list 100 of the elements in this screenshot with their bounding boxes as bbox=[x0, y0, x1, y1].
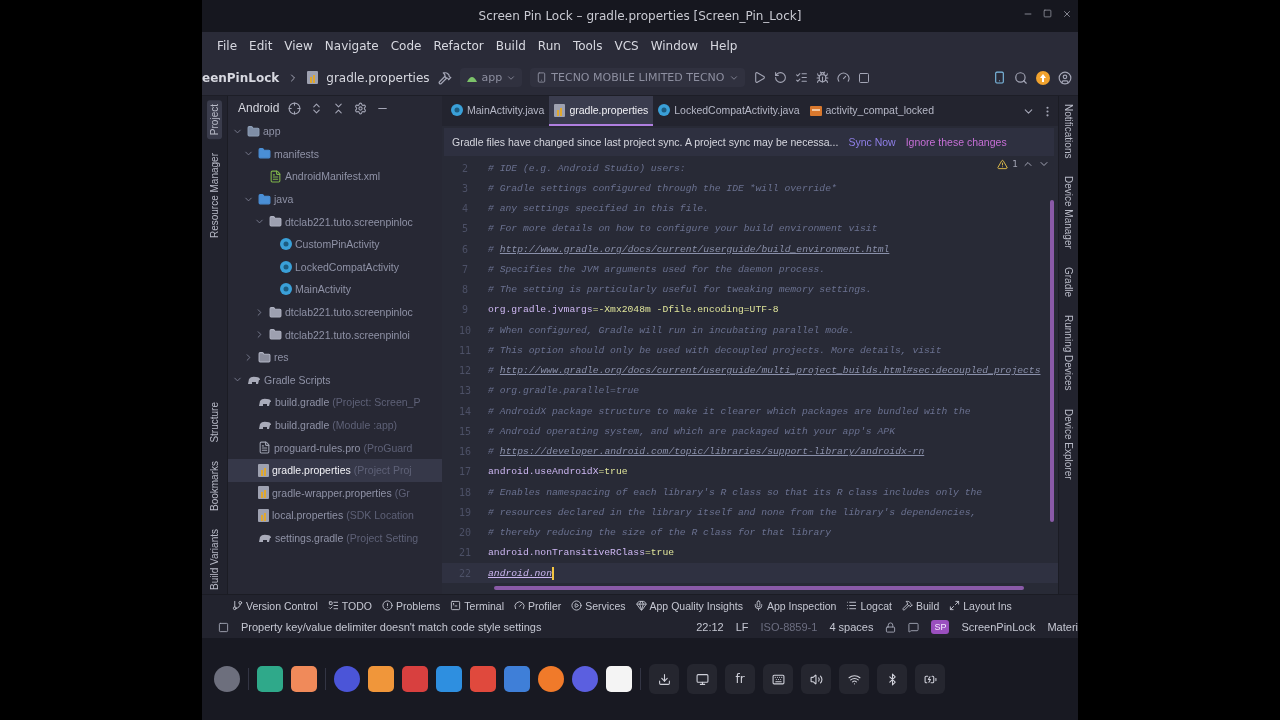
tree-item[interactable]: app bbox=[228, 120, 442, 143]
tool-window-tab[interactable]: Resource Manager bbox=[207, 149, 222, 243]
code-comment: # bbox=[488, 365, 494, 377]
tree-item[interactable]: dtclab221.tuto.screenpinloc bbox=[228, 210, 442, 233]
tree-item[interactable]: AndroidManifest.xml bbox=[228, 165, 442, 188]
property-value: =-Xmx2048m -Dfile.encoding=UTF-8 bbox=[592, 304, 779, 316]
menu-item[interactable]: Run bbox=[532, 36, 566, 56]
tool-window-button[interactable]: Services bbox=[571, 599, 626, 612]
tool-window-tab[interactable]: Build Variants bbox=[207, 525, 222, 594]
tool-window-button[interactable]: Profiler bbox=[514, 599, 562, 612]
property-value: =true bbox=[644, 547, 675, 559]
property-key: org.gradle.jvmargs bbox=[488, 304, 593, 316]
tool-window-button[interactable]: Version Control bbox=[232, 599, 318, 612]
breadcrumb-item[interactable]: eenPinLock bbox=[202, 70, 280, 85]
menu-item[interactable]: Navigate bbox=[319, 36, 384, 56]
tree-item[interactable]: local.properties (SDK Location bbox=[228, 504, 442, 527]
menu-item[interactable]: Code bbox=[385, 36, 427, 56]
editor-tab[interactable]: MainActivity.java bbox=[446, 96, 550, 126]
property-value: =true bbox=[598, 466, 628, 478]
editor-tab[interactable]: gradle.properties bbox=[549, 96, 654, 126]
indent-setting[interactable]: 4 spaces bbox=[829, 621, 874, 633]
code-comment: # The setting is particularly useful for tweaking memory settings. bbox=[488, 284, 872, 296]
status-message: Property key/value delimiter doesn't match code style settings bbox=[241, 621, 542, 633]
property-key: android.non bbox=[488, 567, 552, 579]
tool-window-tab[interactable]: Structure bbox=[207, 398, 222, 447]
tool-window-button[interactable]: Layout Ins bbox=[949, 599, 1012, 612]
theme-name[interactable]: Materi bbox=[1047, 621, 1078, 633]
breadcrumb-item[interactable]: gradle.properties bbox=[326, 70, 430, 85]
menu-item[interactable]: Edit bbox=[244, 36, 278, 56]
code-comment: # bbox=[488, 243, 494, 255]
menu-item[interactable]: Tools bbox=[567, 36, 608, 56]
project-view-selector[interactable]: Android bbox=[238, 101, 280, 115]
menu-item[interactable]: View bbox=[279, 36, 318, 56]
code-link[interactable]: http://www.gradle.org/docs/current/userguide/build_environment.html bbox=[499, 243, 890, 255]
tree-item[interactable]: dtclab221.tuto.screenpinloc bbox=[228, 300, 442, 324]
item-detail: (ProGuard bbox=[363, 441, 413, 454]
item-detail: (Project: Screen_P bbox=[332, 396, 421, 409]
banner-link[interactable]: Sync Now bbox=[848, 136, 896, 148]
item-detail: (Module :app) bbox=[332, 419, 398, 431]
code-link[interactable]: http://www.gradle.org/docs/current/userguide/multi_project_builds.html#sec:decoupled_projects bbox=[499, 365, 1041, 377]
tool-window-tab[interactable]: Bookmarks bbox=[207, 457, 222, 516]
code-comment: # IDE (e.g. Android Studio) users: bbox=[488, 162, 686, 174]
tree-item[interactable]: gradle-wrapper.properties (Gr bbox=[228, 481, 442, 505]
project-name[interactable]: ScreenPinLock bbox=[961, 621, 1036, 633]
code-comment: # Specifies the JVM arguments used for the daemon process. bbox=[488, 263, 826, 275]
run-config-dropdown[interactable]: app bbox=[459, 68, 523, 87]
code-comment: # Android operating system, and which are packaged with your app's APK bbox=[488, 425, 895, 437]
tool-window-button[interactable]: App Quality Insights bbox=[635, 599, 743, 612]
tree-item[interactable]: build.gradle (Module :app) bbox=[228, 413, 442, 437]
menu-item[interactable]: File bbox=[212, 36, 243, 56]
menu-item[interactable]: VCS bbox=[609, 36, 644, 56]
code-link[interactable]: https://developer.android.com/topic/libraries/support-library/androidx-rn bbox=[499, 446, 925, 458]
keyboard-layout[interactable]: fr bbox=[725, 664, 755, 694]
tree-item[interactable]: proguard-rules.pro (ProGuard bbox=[228, 436, 442, 459]
code-comment: # thereby reducing the size of the R class for that library bbox=[488, 527, 831, 539]
tree-item[interactable]: CustomPinActivity bbox=[228, 232, 442, 256]
tool-window-tab[interactable]: Device Manager bbox=[1061, 172, 1076, 254]
editor-tab[interactable]: activity_compat_locked bbox=[804, 96, 940, 126]
tree-item[interactable]: settings.gradle (Project Setting bbox=[228, 526, 442, 550]
property-key: android.nonTransitiveRClass bbox=[488, 547, 645, 559]
sync-banner: Gradle files have changed since last project sync. A project sync may be necessa... Sync Now Ignore these changes bbox=[444, 128, 1054, 156]
line-ending[interactable]: LF bbox=[735, 621, 749, 633]
menu-item[interactable]: Refactor bbox=[428, 36, 489, 56]
menu-item[interactable]: Help bbox=[705, 36, 743, 56]
item-detail: (SDK Location bbox=[346, 509, 414, 522]
tree-item[interactable]: LockedCompatActivity bbox=[228, 255, 442, 279]
tool-window-tab[interactable]: Project bbox=[207, 100, 222, 140]
code-comment: # When configured, Gradle will run in incubating parallel mode. bbox=[488, 324, 855, 336]
tool-window-tab[interactable]: Device Explorer bbox=[1061, 404, 1076, 484]
project-badge: SP bbox=[931, 620, 950, 634]
warning-count: 1 bbox=[1012, 159, 1018, 169]
code-comment: # AndroidX package structure to make it clearer which packages are bundled with the bbox=[488, 405, 971, 417]
tool-window-tab[interactable]: Running Devices bbox=[1061, 311, 1076, 395]
tree-item[interactable]: build.gradle (Project: Screen_P bbox=[228, 391, 442, 414]
tree-item[interactable]: dtclab221.tuto.screenpinloi bbox=[228, 323, 442, 346]
tool-window-button[interactable]: Build bbox=[901, 599, 940, 612]
code-comment: # bbox=[488, 446, 494, 458]
tool-window-button[interactable]: Problems bbox=[381, 599, 441, 612]
tree-item[interactable]: MainActivity bbox=[228, 278, 442, 301]
code-comment: # any settings specified in this file. bbox=[488, 203, 709, 215]
tool-window-tab[interactable]: Gradle bbox=[1061, 263, 1076, 302]
tree-item[interactable]: manifests bbox=[228, 142, 442, 166]
device-dropdown[interactable]: TECNO MOBILE LIMITED TECNO bbox=[530, 68, 745, 87]
menu-item[interactable]: Build bbox=[490, 36, 531, 56]
tool-window-tab[interactable]: Notifications bbox=[1061, 100, 1076, 163]
code-comment: # resources declared in the library itself and none from the library's dependencies, bbox=[488, 506, 977, 518]
tree-item[interactable]: Gradle Scripts bbox=[228, 368, 442, 392]
tool-window-button[interactable]: TODO bbox=[327, 599, 372, 612]
banner-link[interactable]: Ignore these changes bbox=[905, 136, 1007, 148]
menu-item[interactable]: Window bbox=[645, 36, 703, 56]
tree-item[interactable]: java bbox=[228, 187, 442, 211]
tool-window-button[interactable]: Terminal bbox=[450, 599, 504, 612]
tree-item[interactable]: res bbox=[228, 345, 442, 369]
code-comment: # Enables namespacing of each library's R class so that its R class includes only the bbox=[488, 486, 983, 498]
tool-window-button[interactable]: App Inspection bbox=[752, 599, 837, 612]
tool-window-button[interactable]: Logcat bbox=[846, 599, 892, 612]
code-comment: # For more details on how to configure your build environment visit bbox=[488, 223, 878, 235]
caret-position[interactable]: 22:12 bbox=[696, 621, 724, 633]
editor-tab[interactable]: LockedCompatActivity.java bbox=[653, 96, 805, 126]
item-detail: (Project Setting bbox=[346, 532, 419, 544]
